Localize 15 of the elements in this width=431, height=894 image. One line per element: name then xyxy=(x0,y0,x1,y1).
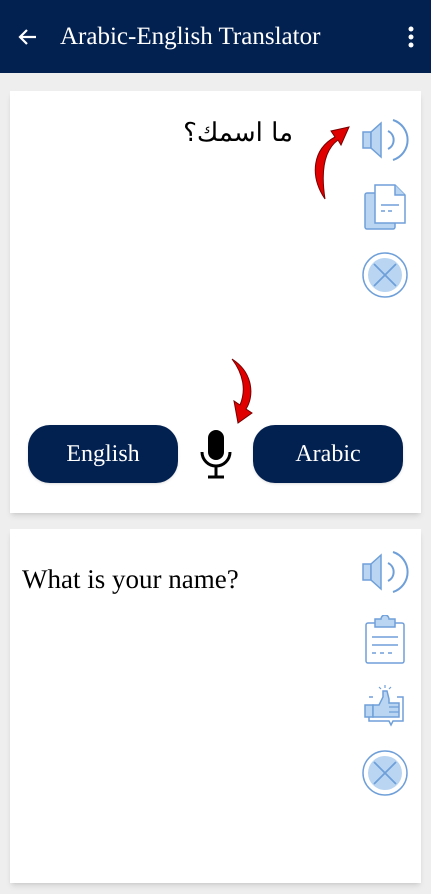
speaker-icon[interactable] xyxy=(361,117,409,163)
thumbs-up-icon[interactable] xyxy=(363,685,407,729)
microphone-icon[interactable] xyxy=(198,428,232,480)
annotation-arrow xyxy=(231,358,255,424)
source-text: ما اسمك؟ xyxy=(183,117,293,150)
copy-icon[interactable] xyxy=(363,183,407,231)
app-title: Arabic-English Translator xyxy=(60,22,322,52)
close-icon[interactable] xyxy=(361,251,409,299)
translated-text: What is your name? xyxy=(22,564,239,594)
language-button[interactable]: English xyxy=(28,425,178,483)
language-button[interactable]: Arabic xyxy=(253,425,403,483)
close-icon[interactable] xyxy=(361,749,409,797)
more-options-icon[interactable] xyxy=(407,26,415,48)
clipboard-icon[interactable] xyxy=(363,615,407,665)
speaker-icon[interactable] xyxy=(361,549,409,595)
